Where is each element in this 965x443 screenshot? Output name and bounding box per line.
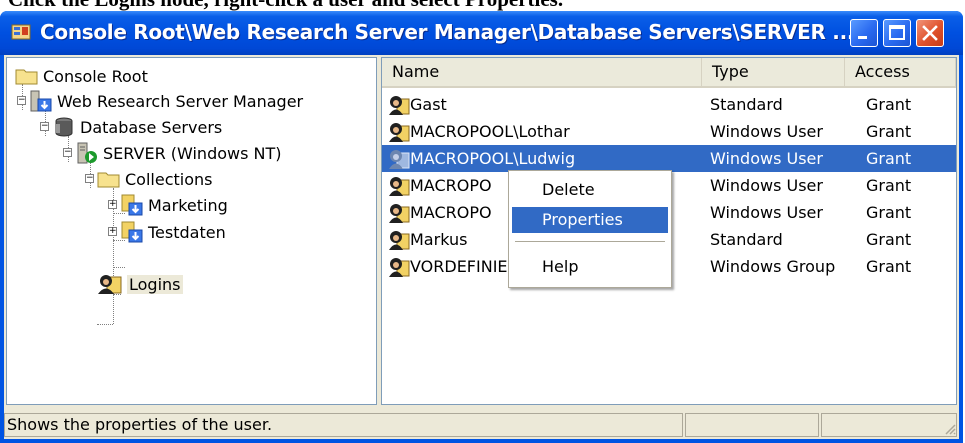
collapse-toggle[interactable]: − xyxy=(63,148,72,157)
cell-name: MACROPOOL\Ludwig xyxy=(410,149,576,168)
cell-access: Grant xyxy=(866,95,912,114)
maximize-button[interactable] xyxy=(883,19,911,47)
status-panel xyxy=(685,413,819,437)
status-bar: Shows the properties of the user. xyxy=(4,413,959,439)
cell-access: Grant xyxy=(866,176,912,195)
status-panel xyxy=(821,413,957,437)
tree-item-server[interactable]: SERVER (Windows NT) xyxy=(75,140,282,166)
context-menu: Delete Properties Help xyxy=(508,170,672,288)
cell-access: Grant xyxy=(866,203,912,222)
cell-access: Grant xyxy=(866,230,912,249)
collection-icon xyxy=(121,221,143,243)
cell-type: Standard xyxy=(710,230,783,249)
app-icon xyxy=(11,24,31,40)
window-title: Console Root\Web Research Server Manager… xyxy=(40,20,855,44)
tree-item-console-root[interactable]: Console Root xyxy=(15,63,148,89)
column-header-type[interactable]: Type xyxy=(702,58,845,86)
menu-item-properties[interactable]: Properties xyxy=(512,207,668,233)
user-icon xyxy=(389,150,410,169)
tree-item-collections[interactable]: Collections xyxy=(97,166,212,192)
database-icon xyxy=(55,117,73,137)
user-icon xyxy=(389,204,410,223)
column-header-access[interactable]: Access xyxy=(845,58,956,86)
user-icon xyxy=(389,231,410,250)
list-row[interactable]: Gast Standard Grant xyxy=(382,91,956,118)
menu-item-help[interactable]: Help xyxy=(512,254,668,280)
menu-separator xyxy=(515,241,665,242)
maximize-icon xyxy=(889,25,905,40)
tree-item-testdaten[interactable]: Testdaten xyxy=(120,219,226,245)
title-bar[interactable]: Console Root\Web Research Server Manager… xyxy=(0,11,963,55)
collapse-toggle[interactable]: − xyxy=(85,174,94,183)
minimize-button[interactable] xyxy=(850,19,878,47)
close-icon xyxy=(922,25,938,41)
window-client-area: Console Root − Web Research Server Manag… xyxy=(4,55,959,439)
resize-grip-icon[interactable] xyxy=(943,422,957,436)
tree-item-label: Console Root xyxy=(43,66,148,86)
cell-access: Grant xyxy=(866,149,912,168)
cell-name: Markus xyxy=(410,230,468,249)
tree-item-label: Database Servers xyxy=(80,117,223,137)
collection-icon xyxy=(121,194,143,216)
server-icon xyxy=(77,142,97,164)
collapse-toggle[interactable]: − xyxy=(17,96,26,105)
tree-item-label: Testdaten xyxy=(148,222,226,242)
cell-access: Grant xyxy=(866,257,912,276)
folder-icon xyxy=(15,69,38,85)
tree-item-label: SERVER (Windows NT) xyxy=(103,143,282,163)
cell-type: Windows Group xyxy=(710,257,836,276)
tree-item-database-servers[interactable]: Database Servers xyxy=(52,114,222,140)
list-header: Name Type Access xyxy=(382,58,956,88)
cell-name: MACROPOOL\Lothar xyxy=(410,122,570,141)
console-tree[interactable]: Console Root − Web Research Server Manag… xyxy=(6,57,377,405)
user-icon xyxy=(389,123,410,142)
mmc-window: Console Root\Web Research Server Manager… xyxy=(0,11,963,443)
cell-type: Standard xyxy=(710,95,783,114)
tree-item-marketing[interactable]: Marketing xyxy=(120,192,228,218)
tree-item-server-manager[interactable]: Web Research Server Manager xyxy=(29,88,303,114)
user-icon xyxy=(389,177,410,196)
tree-item-label: Web Research Server Manager xyxy=(57,91,304,111)
expand-toggle[interactable]: + xyxy=(108,227,117,236)
menu-item-delete[interactable]: Delete xyxy=(512,177,668,203)
column-header-name[interactable]: Name xyxy=(382,58,702,86)
cell-type: Windows User xyxy=(710,176,823,195)
close-button[interactable] xyxy=(916,19,944,47)
tree-item-label: Marketing xyxy=(148,195,228,215)
server-manager-icon xyxy=(30,90,52,112)
cell-access: Grant xyxy=(866,122,912,141)
status-text: Shows the properties of the user. xyxy=(4,413,683,437)
user-icon xyxy=(389,96,410,115)
logins-icon xyxy=(98,275,122,294)
tree-item-label: Collections xyxy=(125,169,213,189)
tree-item-label: Logins xyxy=(127,274,183,294)
user-icon xyxy=(389,258,410,277)
cell-name: MACROPO xyxy=(410,203,492,222)
expand-toggle[interactable]: + xyxy=(108,200,117,209)
cell-type: Windows User xyxy=(710,203,823,222)
cell-type: Windows User xyxy=(710,149,823,168)
list-row[interactable]: MACROPOOL\Lothar Windows User Grant xyxy=(382,118,956,145)
minimize-icon xyxy=(858,36,867,39)
cell-name: MACROPO xyxy=(410,176,492,195)
list-row-selected[interactable]: MACROPOOL\Ludwig Windows User Grant xyxy=(382,145,956,172)
cell-name: Gast xyxy=(410,95,447,114)
folder-icon xyxy=(97,172,120,188)
cell-type: Windows User xyxy=(710,122,823,141)
collapse-toggle[interactable]: − xyxy=(40,122,49,131)
tree-item-logins[interactable]: Logins xyxy=(97,271,183,297)
